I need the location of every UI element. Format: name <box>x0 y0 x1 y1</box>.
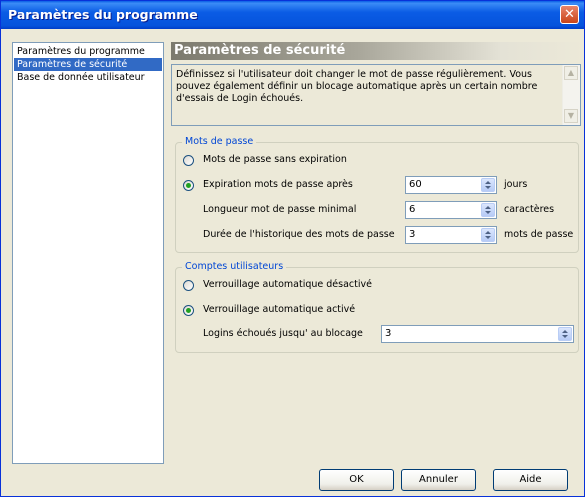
window-title: Paramètres du programme <box>8 7 198 22</box>
failed-logins-label: Logins échoués jusqu' au blocage <box>203 328 363 339</box>
nav-item-user-database[interactable]: Base de donnée utilisateur <box>14 71 162 84</box>
expiry-days-unit: jours <box>504 179 528 190</box>
history-label: Durée de l'historique des mots de passe <box>203 229 395 240</box>
description-box: Définissez si l'utilisateur doit changer… <box>171 64 581 126</box>
settings-nav-list: Paramètres du programme Paramètres de sé… <box>12 42 164 464</box>
radio-selected-dot <box>186 183 191 188</box>
min-length-value: 6 <box>409 204 416 215</box>
spin-arrows-icon[interactable] <box>558 327 572 341</box>
spin-arrows-icon[interactable] <box>481 203 495 217</box>
accounts-legend: Comptes utilisateurs <box>182 261 287 272</box>
radio-lock-off-label: Verrouillage automatique désactivé <box>203 279 372 290</box>
cancel-button[interactable]: Annuler <box>401 469 476 491</box>
min-length-unit: caractères <box>504 204 555 215</box>
section-title: Paramètres de sécurité <box>174 43 346 58</box>
radio-lock-on[interactable] <box>183 305 194 316</box>
nav-item-program-settings[interactable]: Paramètres du programme <box>14 45 162 58</box>
scroll-down-icon[interactable]: ▼ <box>564 109 578 123</box>
passwords-legend: Mots de passe <box>182 136 257 147</box>
failed-logins-value: 3 <box>385 328 392 339</box>
history-value: 3 <box>409 229 416 240</box>
min-length-label: Longueur mot de passe minimal <box>203 204 357 215</box>
radio-expiry-label: Expiration mots de passe après <box>203 179 353 190</box>
accounts-group: Comptes utilisateurs Verrouillage automa… <box>175 261 579 353</box>
passwords-group: Mots de passe Mots de passe sans expirat… <box>175 136 579 253</box>
scroll-up-icon[interactable]: ▲ <box>564 66 578 80</box>
radio-no-expiry-label: Mots de passe sans expiration <box>203 154 347 165</box>
description-scrollbar[interactable]: ▲ ▼ <box>562 65 580 125</box>
history-unit: mots de passe <box>504 229 574 240</box>
failed-logins-stepper[interactable]: 3 <box>381 325 574 343</box>
expiry-days-value: 60 <box>409 179 422 190</box>
spin-arrows-icon[interactable] <box>481 178 495 192</box>
title-bar[interactable]: Paramètres du programme ✕ <box>1 1 584 29</box>
radio-lock-on-label: Verrouillage automatique activé <box>203 304 356 315</box>
close-button[interactable]: ✕ <box>560 5 579 24</box>
history-stepper[interactable]: 3 <box>405 226 497 244</box>
radio-selected-dot <box>186 308 191 313</box>
description-text: Définissez si l'utilisateur doit changer… <box>176 69 538 104</box>
settings-dialog: Paramètres du programme ✕ Paramètres du … <box>0 0 585 497</box>
ok-button[interactable]: OK <box>319 469 394 491</box>
spin-arrows-icon[interactable] <box>481 228 495 242</box>
nav-item-security-settings[interactable]: Paramètres de sécurité <box>14 58 162 71</box>
section-header: Paramètres de sécurité <box>171 42 584 60</box>
min-length-stepper[interactable]: 6 <box>405 201 497 219</box>
radio-no-expiry[interactable] <box>183 155 194 166</box>
radio-expiry[interactable] <box>183 180 194 191</box>
close-icon: ✕ <box>564 7 575 22</box>
radio-lock-off[interactable] <box>183 280 194 291</box>
expiry-days-stepper[interactable]: 60 <box>405 176 497 194</box>
help-button[interactable]: Aide <box>493 469 568 491</box>
